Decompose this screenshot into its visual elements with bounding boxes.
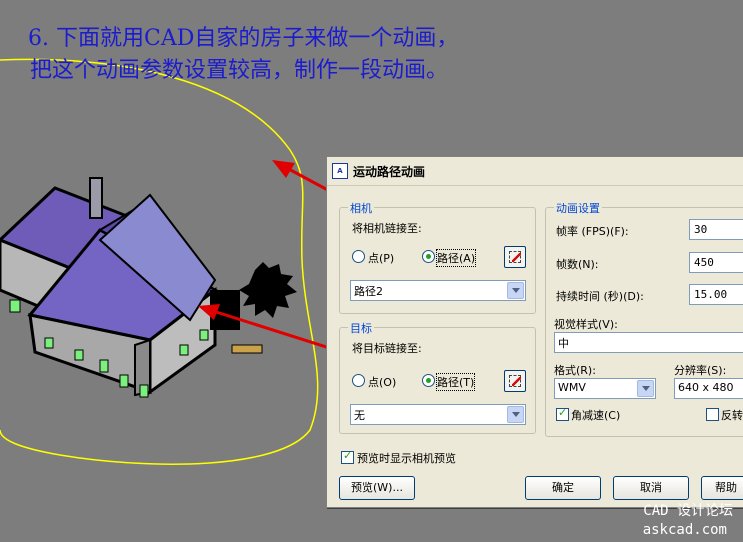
camera-path-radio[interactable] [422, 250, 435, 263]
duration-label: 持续时间 (秒)(D): [556, 290, 644, 303]
preview-camera-label[interactable]: 预览时显示相机预览 [357, 450, 456, 466]
watermark-line-1: CAD 设计论坛 [643, 503, 733, 519]
preview-camera-checkbox[interactable] [341, 449, 354, 464]
fps-label: 帧率 (FPS)(F): [556, 225, 629, 238]
target-path-label[interactable]: 路径(T) [435, 373, 476, 391]
target-path-select[interactable]: 无 [350, 404, 526, 425]
deceleration-label[interactable]: 角减速(C) [571, 407, 620, 423]
caption-line-1: 6. 下面就用CAD自家的房子来做一个动画， [28, 26, 459, 51]
target-group: 目标 将目标链接至: 点(O) 路径(T) 无 [339, 320, 536, 434]
fps-input[interactable]: 30 [689, 219, 743, 240]
dialog-titlebar[interactable]: A 运动路径动画 [327, 157, 743, 186]
target-group-label: 目标 [348, 320, 374, 336]
autocad-app-icon: A [332, 163, 348, 179]
resolution-select[interactable]: 640 x 480 [674, 378, 743, 399]
frames-input[interactable]: 450 [689, 252, 743, 273]
camera-link-label: 将相机链接至: [352, 222, 422, 235]
format-label: 格式(R): [554, 364, 596, 377]
caption-line-2: 把这个动画参数设置较高，制作一段动画。 [30, 58, 449, 83]
resolution-value: 640 x 480 [678, 381, 734, 394]
frames-label: 帧数(N): [556, 258, 599, 271]
ok-button[interactable]: 确定 [525, 476, 601, 500]
target-path-value: 无 [354, 409, 365, 422]
camera-point-label[interactable]: 点(P) [368, 250, 394, 266]
deceleration-checkbox[interactable] [556, 406, 569, 421]
visual-style-label: 视觉样式(V): [554, 318, 618, 331]
cancel-button[interactable]: 取消 [613, 476, 689, 500]
camera-point-radio[interactable] [352, 250, 365, 263]
target-pick-path-icon[interactable] [504, 370, 526, 392]
duration-value: 15.00 [694, 288, 728, 301]
tree [210, 262, 297, 354]
watermark-line-2: askcad.com [642, 522, 727, 538]
dialog-title: 运动路径动画 [353, 165, 426, 179]
visual-style-select[interactable]: 中 [554, 332, 743, 353]
target-link-label: 将目标链接至: [352, 342, 422, 355]
camera-path-value: 路径2 [354, 285, 383, 298]
house-model [0, 177, 297, 398]
camera-path-label[interactable]: 路径(A) [435, 249, 477, 267]
reverse-checkbox[interactable] [706, 408, 719, 421]
animation-settings-group: 动画设置 帧率 (FPS)(F): 30 帧数(N): 450 持续时间 (秒)… [545, 200, 743, 437]
target-path-radio[interactable] [422, 374, 435, 387]
camera-pick-path-icon[interactable] [504, 246, 526, 268]
camera-path-select[interactable]: 路径2 [350, 280, 526, 301]
help-button[interactable]: 帮助 [701, 476, 743, 500]
preview-button[interactable]: 预览(W)... [339, 476, 415, 500]
format-select[interactable]: WMV [554, 378, 656, 399]
reverse-label[interactable]: 反转 [721, 407, 743, 423]
frames-value: 450 [694, 256, 714, 269]
chevron-down-icon[interactable] [507, 406, 524, 423]
chevron-down-icon[interactable] [637, 380, 654, 397]
target-point-label[interactable]: 点(O) [368, 374, 396, 390]
camera-group-label: 相机 [348, 200, 374, 216]
fps-value: 30 [694, 223, 708, 236]
camera-group: 相机 将相机链接至: 点(P) 路径(A) 路径2 [339, 200, 536, 314]
duration-input[interactable]: 15.00 [689, 284, 743, 305]
target-point-radio[interactable] [352, 374, 365, 387]
chevron-down-icon[interactable] [507, 282, 524, 299]
motion-path-animation-dialog: A 运动路径动画 相机 将相机链接至: 点(P) 路径(A) 路径2 目标 将目… [326, 156, 743, 508]
visual-style-value: 中 [558, 337, 569, 350]
resolution-label: 分辨率(S): [674, 364, 727, 377]
format-value: WMV [558, 381, 586, 394]
animation-settings-label: 动画设置 [554, 200, 602, 216]
